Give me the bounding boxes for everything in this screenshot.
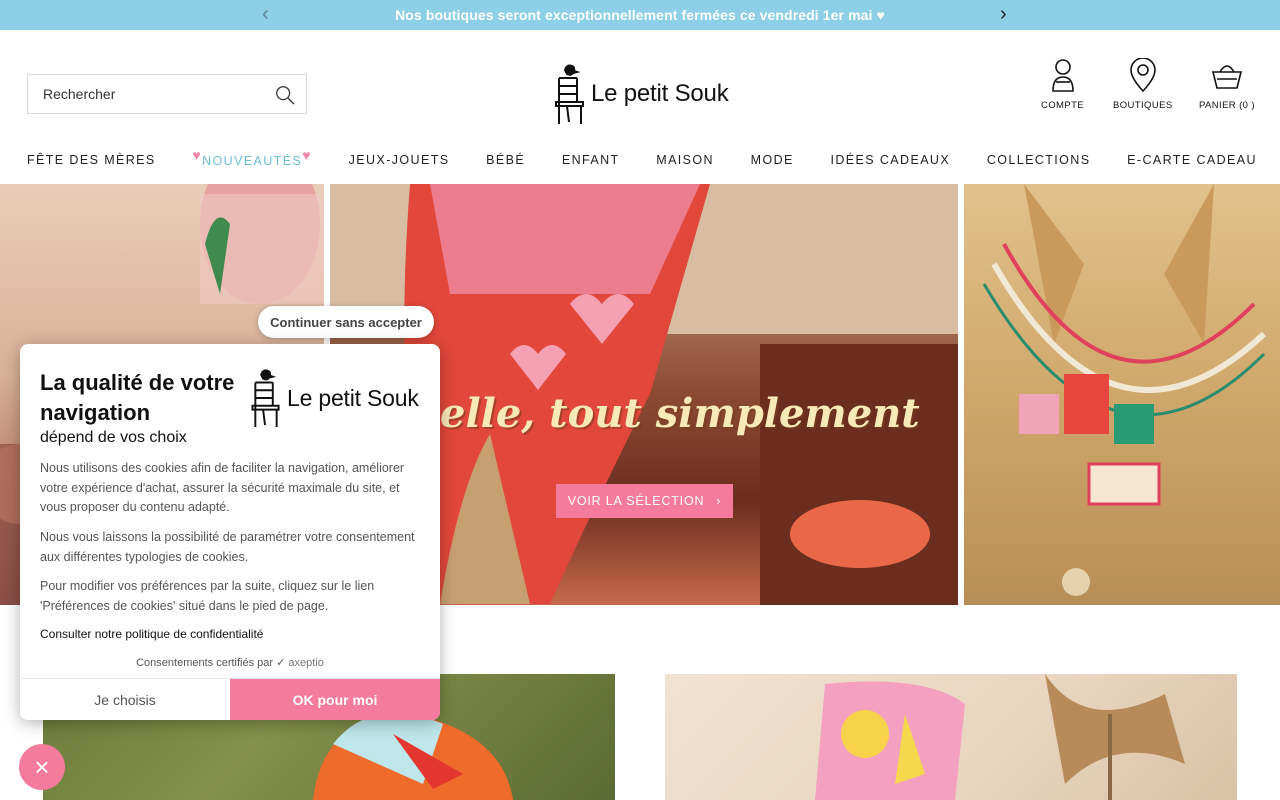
towel-image [815,674,1185,800]
nav-item-enfant[interactable]: ENFANT [562,153,620,167]
accept-cookies-button[interactable]: OK pour moi [230,679,440,720]
cookie-paragraph: Pour modifier vos préférences par la sui… [40,579,375,613]
privacy-policy-link[interactable]: Consulter notre politique de confidentia… [40,627,263,641]
close-icon[interactable]: × [19,744,65,790]
logo-text: Le petit Souk [591,80,729,107]
announcement-bar: ‹ Nos boutiques seront exceptionnellemen… [0,0,1280,30]
nav-item-bebe[interactable]: BÉBÉ [486,153,525,167]
nav-item-fete-des-meres[interactable]: FÊTE DES MÈRES [27,153,156,167]
cookie-logo: Le petit Souk [249,367,429,429]
hero-image-right [964,184,1280,605]
continue-without-accepting-button[interactable]: Continuer sans accepter [258,306,434,338]
stores-label: BOUTIQUES [1113,100,1173,111]
axeptio-brand[interactable]: axeptio [288,657,323,669]
hero-title: elle, tout simplement [440,390,920,437]
nav-item-mode[interactable]: MODE [751,153,794,167]
nav-item-jeux-jouets[interactable]: JEUX-JOUETS [349,153,450,167]
user-icon [1051,59,1074,92]
account-link[interactable]: COMPTE [1041,58,1084,111]
cookie-paragraph: Nous vous laissons la possibilité de par… [40,530,415,564]
beaded-necklace-image [982,184,1267,596]
chair-logo-icon [251,369,280,428]
view-selection-label: VOIR LA SÉLECTION [567,494,705,508]
checkmark-icon: ✓ [276,657,289,669]
nav-item-e-carte-cadeau[interactable]: E-CARTE CADEAU [1127,153,1257,167]
cookie-paragraph: Nous utilisons des cookies afin de facil… [40,461,405,514]
search-placeholder: Rechercher [43,86,116,102]
chair-logo-icon [555,64,584,124]
account-label: COMPTE [1041,100,1085,111]
chevron-right-icon: › [716,494,722,508]
heart-icon: ♥ [192,147,203,163]
certified-label: Consentements certifiés par [136,657,274,669]
view-selection-button[interactable]: VOIR LA SÉLECTION › [556,484,733,518]
location-pin-icon [1129,58,1156,92]
cookie-consent-dialog: La qualité de votre navigation dépend de… [20,344,440,720]
cookie-subtitle: dépend de vos choix [40,429,187,446]
nav-item-maison[interactable]: MAISON [656,153,714,167]
cookie-logo-text: Le petit Souk [287,384,419,411]
stores-link[interactable]: BOUTIQUES [1113,58,1173,111]
cart-link[interactable]: PANIER (0 ) [1199,58,1255,111]
nav-item-idees-cadeaux[interactable]: IDÉES CADEAUX [830,153,950,167]
certified-consent-note: Consentements certifiés par ✓ axeptio [20,656,440,669]
choose-cookies-button[interactable]: Je choisis [20,679,230,720]
heart-icon: ♥ [302,147,312,163]
cookie-title: La qualité de votre navigation [40,370,235,425]
announcement-text[interactable]: Nos boutiques seront exceptionnellement … [395,7,885,23]
nav-item-nouveautes-label: NOUVEAUTÉS [202,154,303,168]
cookie-actions: Je choisis OK pour moi [20,678,440,720]
site-logo[interactable]: Le petit Souk [553,62,733,126]
nav-item-collections[interactable]: COLLECTIONS [987,153,1091,167]
search-icon[interactable] [274,84,296,106]
main-nav: FÊTE DES MÈRES ♥NOUVEAUTÉS♥ JEUX-JOUETS … [27,147,1257,170]
product-tile-towel[interactable] [665,674,1237,800]
search-input[interactable]: Rechercher [27,74,307,114]
announcement-next-button[interactable]: › [1000,3,1007,25]
announcement-prev-button[interactable]: ‹ [262,3,269,25]
nav-item-nouveautes[interactable]: ♥NOUVEAUTÉS♥ [192,147,312,168]
basket-icon [1211,65,1243,89]
cart-label: PANIER (0 ) [1199,100,1255,111]
